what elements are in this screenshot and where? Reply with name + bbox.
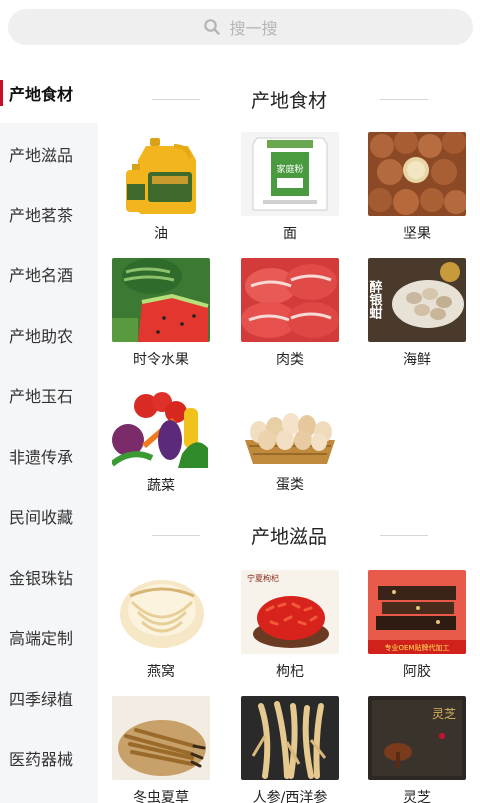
product-item-goji[interactable]: 宁夏枸杞 枸杞 bbox=[241, 570, 339, 680]
product-label: 枸杞 bbox=[276, 664, 304, 680]
oil-image bbox=[112, 132, 210, 216]
product-item-oil[interactable]: 油 bbox=[112, 132, 210, 242]
product-label: 冬虫夏草 bbox=[133, 790, 189, 803]
product-label: 蔬菜 bbox=[147, 478, 175, 494]
search-input[interactable]: 搜一搜 bbox=[8, 9, 473, 45]
sidebar-item-10[interactable]: 四季绿植 bbox=[0, 667, 98, 728]
title-divider-right bbox=[380, 99, 428, 100]
product-item-fruit[interactable]: 时令水果 bbox=[112, 258, 210, 368]
sidebar-item-7[interactable]: 民间收藏 bbox=[0, 485, 98, 546]
product-item-meat[interactable]: 肉类 bbox=[241, 258, 339, 368]
sidebar-item-label: 非遗传承 bbox=[9, 447, 74, 467]
product-label: 油 bbox=[154, 226, 168, 242]
sidebar-item-label: 民间收藏 bbox=[9, 507, 74, 527]
sidebar-item-label: 产地助农 bbox=[9, 326, 74, 346]
svg-text:专业OEM贴牌代加工: 专业OEM贴牌代加工 bbox=[385, 643, 450, 652]
section-title: 产地滋品 bbox=[98, 520, 480, 550]
sidebar-item-label: 产地玉石 bbox=[9, 386, 74, 406]
product-item-eggs[interactable]: 蛋类 bbox=[241, 402, 339, 512]
sidebar-item-2[interactable]: 产地茗茶 bbox=[0, 183, 98, 244]
sidebar-item-label: 产地滋品 bbox=[9, 145, 74, 165]
product-label: 灵芝 bbox=[403, 790, 431, 803]
sidebar-item-label: 高端定制 bbox=[9, 628, 74, 648]
sidebar-item-label: 金银珠钻 bbox=[9, 568, 74, 588]
ginseng-image bbox=[241, 696, 339, 780]
product-item-ejiao[interactable]: 专业OEM贴牌代加工 阿胶 bbox=[368, 570, 466, 680]
lingzhi-image: 灵芝 bbox=[368, 696, 466, 780]
product-item-birdnest[interactable]: 燕窝 bbox=[112, 570, 210, 680]
product-label: 阿胶 bbox=[403, 664, 431, 680]
product-label: 蛋类 bbox=[276, 477, 304, 493]
svg-text:宁夏枸杞: 宁夏枸杞 bbox=[247, 573, 279, 583]
sidebar-item-11[interactable]: 医药器械 bbox=[0, 727, 98, 788]
seafood-image: 醉银蚶 bbox=[368, 258, 466, 342]
product-label: 人参/西洋参 bbox=[252, 790, 328, 803]
sidebar-item-5[interactable]: 产地玉石 bbox=[0, 364, 98, 425]
cordyceps-image bbox=[112, 696, 210, 780]
section-title-text: 产地食材 bbox=[250, 89, 327, 112]
sidebar-item-3[interactable]: 产地名酒 bbox=[0, 243, 98, 304]
watermelon-image bbox=[112, 258, 210, 342]
meat-image bbox=[241, 258, 339, 342]
eggs-image bbox=[241, 402, 339, 468]
product-item-cordyceps[interactable]: 冬虫夏草 bbox=[112, 696, 210, 803]
product-item-lingzhi[interactable]: 灵芝 灵芝 bbox=[368, 696, 466, 803]
product-label: 坚果 bbox=[403, 226, 431, 242]
svg-text:醉银蚶: 醉银蚶 bbox=[368, 279, 382, 320]
svg-text:家庭粉: 家庭粉 bbox=[276, 163, 303, 175]
nuts-image bbox=[368, 132, 466, 216]
sidebar-item-9[interactable]: 高端定制 bbox=[0, 606, 98, 667]
sidebar-item-label: 产地茗茶 bbox=[9, 205, 74, 225]
search-area: 搜一搜 bbox=[0, 0, 480, 60]
sidebar-item-6[interactable]: 非遗传承 bbox=[0, 425, 98, 486]
product-item-seafood[interactable]: 醉银蚶 海鲜 bbox=[368, 258, 466, 368]
product-label: 燕窝 bbox=[147, 664, 175, 680]
title-divider-left bbox=[152, 99, 200, 100]
section-title-text: 产地滋品 bbox=[250, 525, 327, 548]
product-label: 肉类 bbox=[276, 352, 304, 368]
product-label: 面 bbox=[283, 226, 297, 242]
category-sidebar: 产地食材 产地滋品 产地茗茶 产地名酒 产地助农 产地玉石 非遗传承 民间收藏 … bbox=[0, 62, 98, 803]
sidebar-item-0[interactable]: 产地食材 bbox=[0, 62, 98, 123]
flour-image: 家庭粉 bbox=[241, 132, 339, 216]
sidebar-item-label: 医药器械 bbox=[9, 749, 74, 769]
birdnest-image bbox=[112, 570, 210, 654]
product-item-vegetables[interactable]: 蔬菜 bbox=[112, 384, 210, 494]
sidebar-item-label: 产地名酒 bbox=[9, 265, 74, 285]
search-placeholder: 搜一搜 bbox=[229, 19, 278, 38]
category-content: 产地食材 油 家庭粉 面 坚果 时令水果 肉类 醉银蚶 海鲜 蔬菜 蛋类 产地滋… bbox=[98, 62, 480, 803]
sidebar-item-1[interactable]: 产地滋品 bbox=[0, 123, 98, 184]
svg-text:灵芝: 灵芝 bbox=[432, 706, 456, 721]
product-item-ginseng[interactable]: 人参/西洋参 bbox=[241, 696, 339, 803]
section-title: 产地食材 bbox=[98, 84, 480, 114]
sidebar-item-label: 产地食材 bbox=[9, 84, 74, 104]
title-divider-left bbox=[152, 535, 200, 536]
product-label: 海鲜 bbox=[403, 352, 431, 368]
sidebar-item-4[interactable]: 产地助农 bbox=[0, 304, 98, 365]
search-icon bbox=[204, 19, 221, 35]
product-item-nuts[interactable]: 坚果 bbox=[368, 132, 466, 242]
vegetables-image bbox=[112, 384, 210, 468]
sidebar-item-label: 四季绿植 bbox=[9, 689, 74, 709]
goji-image: 宁夏枸杞 bbox=[241, 570, 339, 654]
sidebar-item-8[interactable]: 金银珠钻 bbox=[0, 546, 98, 607]
product-item-flour[interactable]: 家庭粉 面 bbox=[241, 132, 339, 242]
ejiao-image: 专业OEM贴牌代加工 bbox=[368, 570, 466, 654]
product-label: 时令水果 bbox=[133, 352, 189, 368]
title-divider-right bbox=[380, 535, 428, 536]
